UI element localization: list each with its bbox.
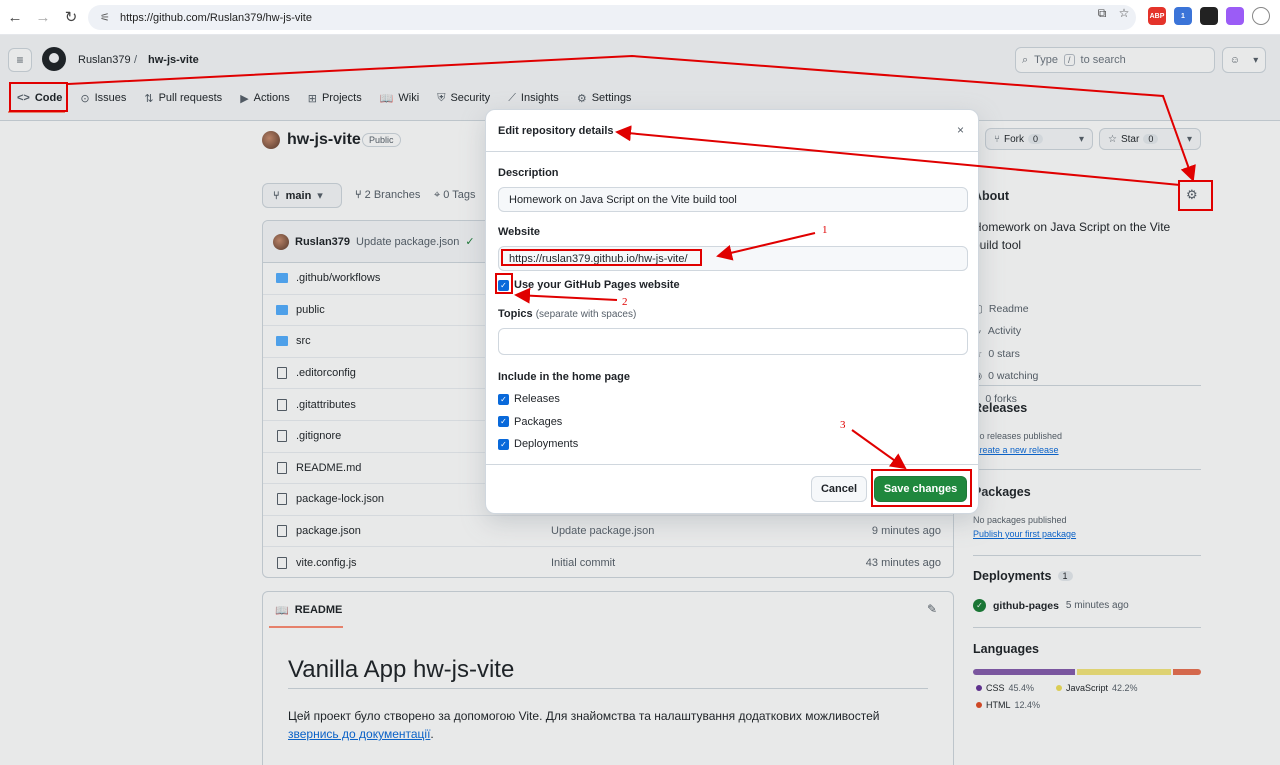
include-option-label: Deployments [514,438,579,450]
annotation-box-save [871,469,972,507]
include-checkbox[interactable]: ✓ [498,416,509,427]
include-checkbox[interactable]: ✓ [498,393,509,405]
annotation-step-1: 1 [822,224,828,236]
address-bar[interactable]: ⚟ https://github.com/Ruslan379/hw-js-vit… [88,5,1136,30]
annotation-step-3: 3 [840,419,846,431]
include-option[interactable]: ✓ Deployments [498,438,578,450]
topics-label-text: Topics [498,308,533,320]
annotation-box-website [501,249,702,266]
browser-toolbar: ← → ↻ ⚟ https://github.com/Ruslan379/hw-… [0,0,1280,35]
address-url[interactable]: https://github.com/Ruslan379/hw-js-vite [120,12,312,24]
cancel-button[interactable]: Cancel [811,476,867,502]
site-settings-icon[interactable]: ⚟ [94,11,116,24]
topics-field[interactable] [498,328,968,355]
topics-hint: (separate with spaces) [535,309,637,320]
extension-icon[interactable] [1226,7,1244,25]
extension-icon[interactable]: 1 [1174,7,1192,25]
close-icon[interactable]: × [957,123,964,137]
forward-icon[interactable]: → [30,4,56,30]
reload-icon[interactable]: ↻ [58,4,84,30]
dialog-footer-divider [486,464,978,465]
description-field[interactable]: Homework on Java Script on the Vite buil… [498,187,968,212]
install-app-icon[interactable]: ⧉ [1094,5,1110,21]
annotation-step-2: 2 [622,296,628,308]
description-label: Description [498,167,559,179]
annotation-box-gear [1178,180,1213,211]
dialog-title: Edit repository details [486,110,978,152]
website-label: Website [498,226,540,238]
include-option[interactable]: ✓ Packages [498,416,562,428]
use-pages-option[interactable]: ✓ Use your GitHub Pages website [498,279,680,291]
extension-icon[interactable]: ABP [1148,7,1166,25]
include-label: Include in the home page [498,371,631,383]
use-pages-label: Use your GitHub Pages website [514,279,680,291]
extension-icon[interactable] [1200,7,1218,25]
edit-details-dialog: Edit repository details × Description Ho… [485,109,979,514]
bookmark-star-icon[interactable]: ☆ [1116,5,1132,21]
include-option[interactable]: ✓ Releases [498,393,560,405]
topics-label: Topics (separate with spaces) [498,308,636,320]
include-option-label: Releases [514,393,560,405]
profile-icon[interactable] [1252,7,1270,25]
annotation-box-checkbox [495,273,513,294]
include-option-label: Packages [514,415,563,428]
include-checkbox[interactable]: ✓ [498,438,509,450]
extensions-area: ABP 1 [1148,7,1270,25]
annotation-box-code [9,82,68,112]
back-icon[interactable]: ← [2,4,28,30]
